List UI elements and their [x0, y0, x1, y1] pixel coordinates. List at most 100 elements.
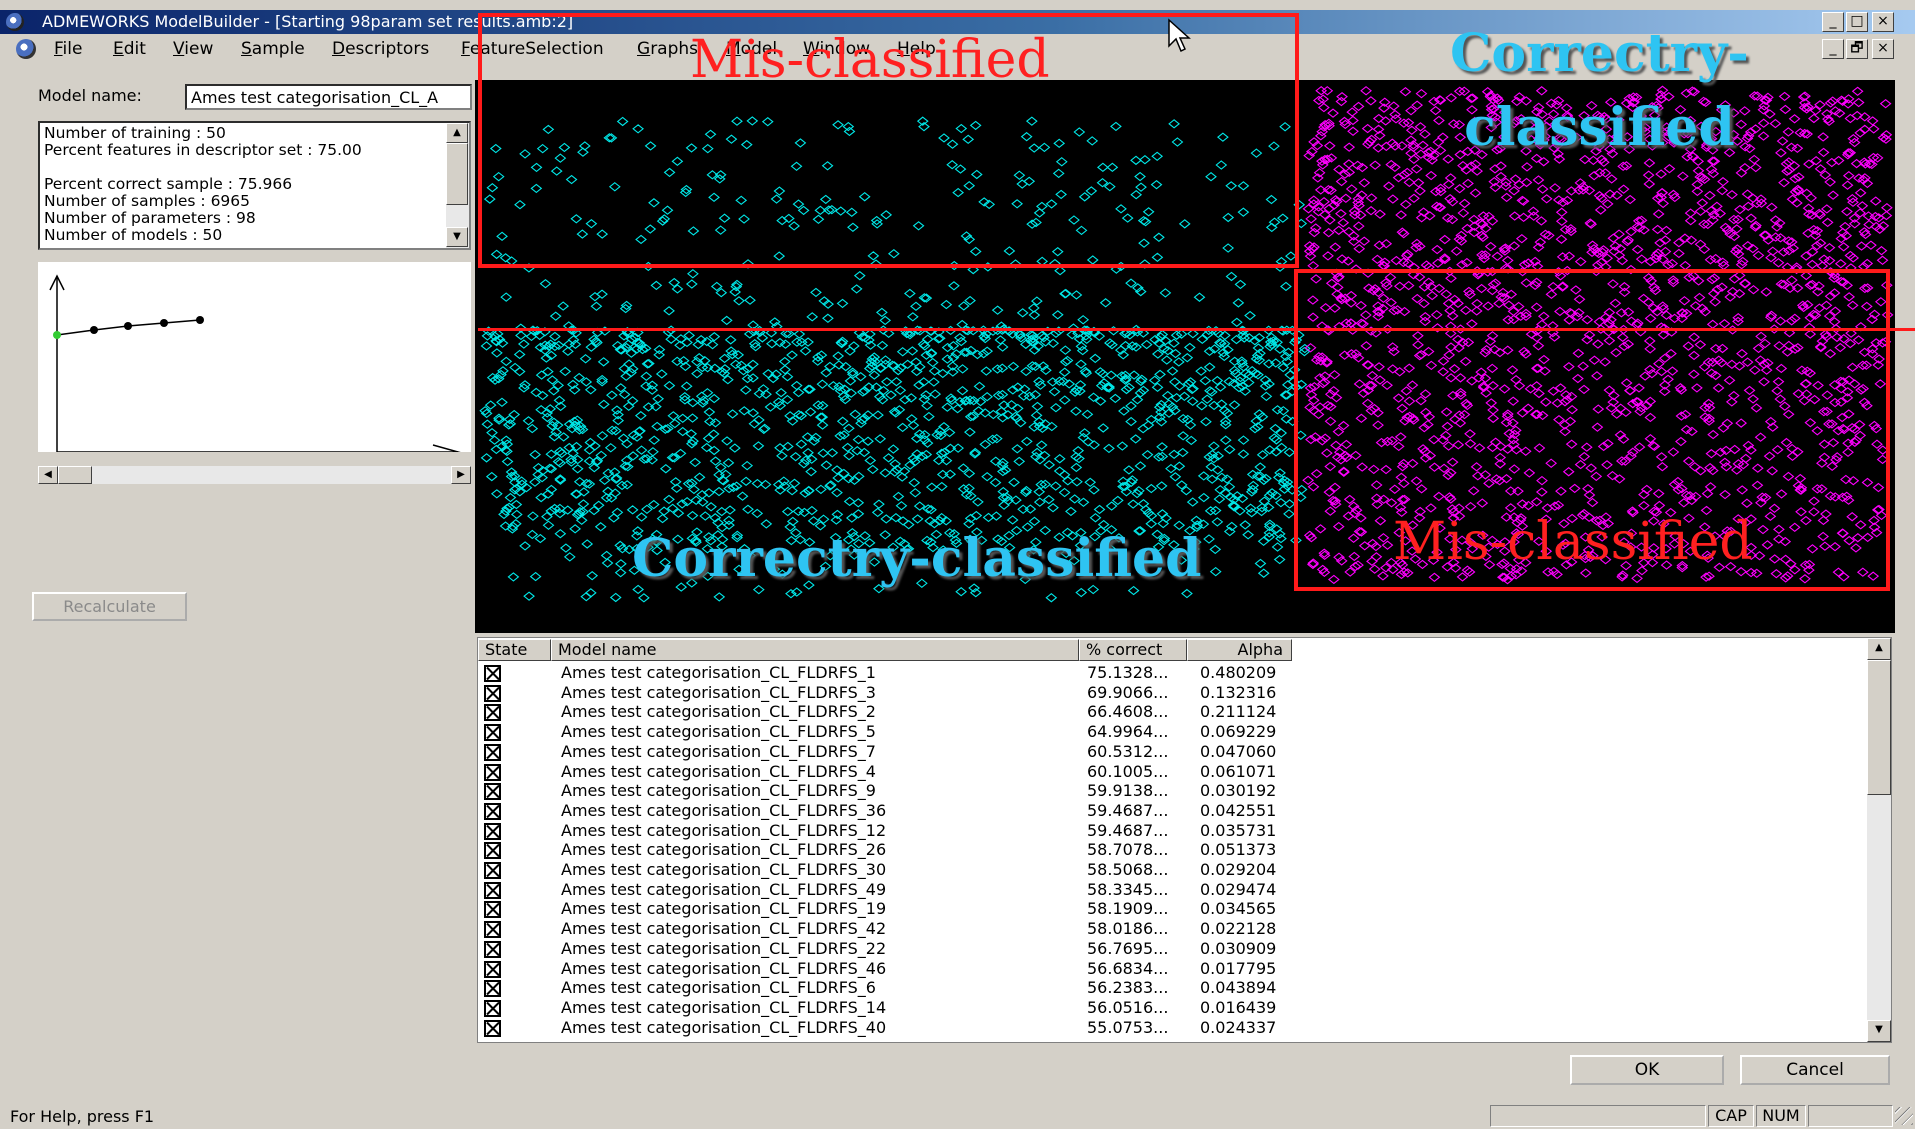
table-row[interactable]: Ames test categorisation_CL_FLDRFS_46 56.… [478, 959, 1858, 979]
document-icon[interactable] [16, 39, 36, 59]
column-header-state[interactable]: State [478, 639, 551, 661]
menu-file[interactable]: File [54, 38, 82, 60]
scroll-down-icon[interactable]: ▼ [1867, 1020, 1891, 1042]
table-row[interactable]: Ames test categorisation_CL_FLDRFS_3 69.9… [478, 683, 1858, 703]
scatter-point [652, 394, 665, 404]
state-checkbox-icon[interactable] [484, 940, 501, 958]
scroll-left-icon[interactable]: ◀ [38, 466, 58, 484]
minimize-button[interactable]: _ [1822, 12, 1844, 32]
mouse-cursor-icon [1168, 18, 1191, 53]
scatter-point [614, 567, 627, 578]
scatter-point [1352, 101, 1365, 112]
info-scrollbar[interactable]: ▲ ▼ [446, 123, 469, 248]
scatter-point [1869, 196, 1882, 206]
resize-grip-icon[interactable] [1895, 1107, 1913, 1125]
state-checkbox-icon[interactable] [484, 862, 501, 879]
table-row[interactable]: Ames test categorisation_CL_FLDRFS_14 56.… [478, 998, 1858, 1018]
state-checkbox-icon[interactable] [484, 802, 501, 820]
alpha-cell: 0.480209 [1200, 663, 1277, 682]
hscroll-thumb[interactable] [58, 466, 92, 484]
menu-descriptors[interactable]: Descriptors [332, 38, 429, 60]
child-minimize-button[interactable]: _ [1822, 39, 1844, 59]
scatter-point [1142, 420, 1155, 430]
state-checkbox-icon[interactable] [484, 842, 501, 860]
column-header-model-name[interactable]: Model name [551, 639, 1079, 661]
scatter-point [875, 307, 888, 318]
scroll-down-icon[interactable]: ▼ [446, 227, 468, 247]
state-checkbox-icon[interactable] [484, 921, 501, 939]
menu-sample[interactable]: Sample [241, 38, 305, 60]
state-checkbox-icon[interactable] [484, 1019, 501, 1037]
table-row[interactable]: Ames test categorisation_CL_FLDRFS_42 58.… [478, 919, 1858, 939]
table-row[interactable]: Ames test categorisation_CL_FLDRFS_30 58.… [478, 860, 1858, 880]
state-checkbox-icon[interactable] [484, 783, 501, 801]
column-header-percent-correct[interactable]: % correct [1079, 639, 1187, 661]
table-row[interactable]: Ames test categorisation_CL_FLDRFS_19 58.… [478, 899, 1858, 919]
percent-correct-cell: 66.4608... [1087, 702, 1169, 722]
model-name-field[interactable]: Ames test categorisation_CL_A [185, 84, 472, 110]
scroll-thumb[interactable] [446, 143, 468, 205]
table-row[interactable]: Ames test categorisation_CL_FLDRFS_49 58.… [478, 880, 1858, 900]
scatter-point [862, 436, 874, 446]
close-button[interactable]: × [1872, 12, 1894, 32]
table-row[interactable]: Ames test categorisation_CL_FLDRFS_2 66.4… [478, 702, 1858, 722]
table-row[interactable]: Ames test categorisation_CL_FLDRFS_1 75.1… [478, 663, 1858, 683]
table-row[interactable]: Ames test categorisation_CL_FLDRFS_5 64.9… [478, 722, 1858, 742]
state-checkbox-icon[interactable] [484, 743, 501, 761]
scatter-point [781, 506, 794, 517]
scatter-point [647, 447, 659, 457]
cancel-button[interactable]: Cancel [1740, 1055, 1890, 1085]
table-row[interactable]: Ames test categorisation_CL_FLDRFS_9 59.9… [478, 781, 1858, 801]
child-restore-button[interactable]: 🗗 [1846, 39, 1868, 59]
maximize-button[interactable]: □ [1846, 12, 1868, 32]
table-row[interactable]: Ames test categorisation_CL_FLDRFS_36 59.… [478, 801, 1858, 821]
model-results-table[interactable]: State Model name % correct Alpha Ames te… [477, 637, 1892, 1043]
app-icon[interactable] [6, 13, 24, 31]
scroll-up-icon[interactable]: ▲ [446, 123, 468, 143]
scatter-point [724, 505, 736, 515]
scatter-point [1075, 359, 1087, 369]
scatter-point [1011, 403, 1024, 414]
state-checkbox-icon[interactable] [484, 901, 501, 919]
scroll-right-icon[interactable]: ▶ [451, 466, 471, 484]
table-scrollbar[interactable]: ▲ ▼ [1867, 638, 1891, 1042]
table-row[interactable]: Ames test categorisation_CL_FLDRFS_7 60.5… [478, 742, 1858, 762]
scatter-point [563, 552, 576, 562]
state-checkbox-icon[interactable] [484, 704, 501, 722]
scatter-point [1772, 258, 1785, 268]
table-row[interactable]: Ames test categorisation_CL_FLDRFS_40 55.… [478, 1018, 1858, 1038]
status-panel-scrl [1808, 1105, 1893, 1127]
menu-edit[interactable]: Edit [113, 38, 146, 60]
menu-view[interactable]: View [173, 38, 213, 60]
scatter-point [1387, 101, 1400, 111]
table-scroll-thumb[interactable] [1867, 660, 1891, 795]
table-row[interactable]: Ames test categorisation_CL_FLDRFS_6 56.2… [478, 978, 1858, 998]
table-row[interactable]: Ames test categorisation_CL_FLDRFS_12 59.… [478, 821, 1858, 841]
state-checkbox-icon[interactable] [484, 881, 501, 899]
state-checkbox-icon[interactable] [484, 724, 501, 742]
state-checkbox-icon[interactable] [484, 763, 501, 781]
scatter-point [708, 331, 721, 342]
model-info-box[interactable]: Number of training : 50 Percent features… [38, 121, 471, 250]
state-checkbox-icon[interactable] [484, 822, 501, 840]
column-header-alpha[interactable]: Alpha [1187, 639, 1292, 661]
table-row[interactable]: Ames test categorisation_CL_FLDRFS_4 60.1… [478, 762, 1858, 782]
state-checkbox-icon[interactable] [484, 665, 501, 682]
scatter-point [842, 423, 855, 434]
state-checkbox-icon[interactable] [484, 980, 501, 998]
scatter-point [1160, 355, 1173, 365]
percent-correct-cell: 60.1005... [1087, 761, 1169, 781]
table-row[interactable]: Ames test categorisation_CL_FLDRFS_22 56.… [478, 939, 1858, 959]
child-close-button[interactable]: × [1872, 39, 1894, 59]
state-checkbox-icon[interactable] [484, 999, 501, 1017]
scatter-point [1070, 406, 1082, 416]
scatter-point [1053, 454, 1066, 464]
scatter-point [1347, 236, 1360, 247]
table-row[interactable]: Ames test categorisation_CL_FLDRFS_26 58.… [478, 840, 1858, 860]
state-checkbox-icon[interactable] [484, 684, 501, 702]
mini-chart-hscrollbar[interactable]: ◀ ▶ [38, 466, 471, 484]
state-checkbox-icon[interactable] [484, 960, 501, 978]
scatter-point [1442, 179, 1455, 190]
scroll-up-icon[interactable]: ▲ [1867, 638, 1891, 660]
ok-button[interactable]: OK [1570, 1055, 1724, 1085]
